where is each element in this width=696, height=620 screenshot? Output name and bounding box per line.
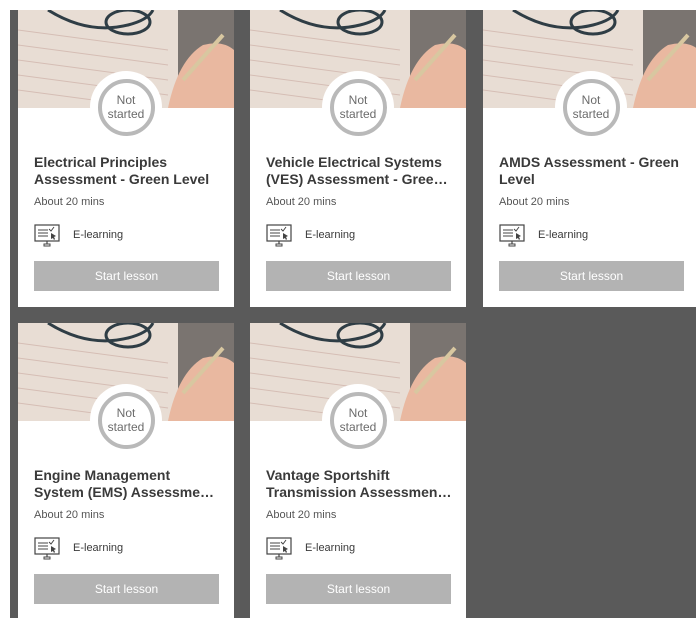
course-title[interactable]: AMDS Assessment - Green Level (499, 154, 685, 188)
start-lesson-button[interactable]: Start lesson (34, 261, 219, 291)
elearning-monitor-icon (34, 224, 60, 247)
course-type: E-learning (499, 220, 588, 250)
start-lesson-button[interactable]: Start lesson (266, 574, 451, 604)
course-type-label: E-learning (305, 542, 356, 554)
course-grid: Not started Electrical Principles Assess… (10, 10, 696, 620)
status-line2: started (339, 107, 377, 121)
course-card[interactable]: Not started AMDS Assessment - Green Leve… (483, 10, 696, 307)
course-card[interactable]: Not started Electrical Principles Assess… (18, 10, 234, 307)
course-duration: About 20 mins (266, 509, 337, 521)
course-card[interactable]: Not started Vantage Sportshift Transmiss… (250, 323, 466, 620)
course-type: E-learning (266, 220, 355, 250)
status-line1: Not (348, 93, 368, 107)
status-line2: started (107, 107, 145, 121)
start-lesson-button[interactable]: Start lesson (499, 261, 684, 291)
course-duration: About 20 mins (34, 196, 105, 208)
course-title[interactable]: Vehicle Electrical Systems (VES) Assessm… (266, 154, 452, 188)
status-line1: Not (348, 406, 368, 420)
status-badge: Not started (90, 71, 162, 143)
course-card[interactable]: Not started Engine Management System (EM… (18, 323, 234, 620)
start-lesson-button[interactable]: Start lesson (34, 574, 219, 604)
course-type: E-learning (34, 220, 123, 250)
course-type-label: E-learning (73, 542, 124, 554)
status-badge: Not started (322, 71, 394, 143)
status-line1: Not (581, 93, 601, 107)
elearning-monitor-icon (266, 224, 292, 247)
status-line2: started (572, 107, 610, 121)
course-title[interactable]: Engine Management System (EMS) Assessmen… (34, 467, 220, 501)
course-type: E-learning (34, 533, 123, 563)
course-title[interactable]: Vantage Sportshift Transmission Assessme… (266, 467, 452, 501)
status-badge: Not started (555, 71, 627, 143)
start-lesson-button[interactable]: Start lesson (266, 261, 451, 291)
course-duration: About 20 mins (266, 196, 337, 208)
status-line2: started (107, 420, 145, 434)
course-type: E-learning (266, 533, 355, 563)
status-line1: Not (116, 93, 136, 107)
status-line2: started (339, 420, 377, 434)
course-card[interactable]: Not started Vehicle Electrical Systems (… (250, 10, 466, 307)
course-type-label: E-learning (305, 229, 356, 241)
course-type-label: E-learning (538, 229, 589, 241)
elearning-monitor-icon (499, 224, 525, 247)
course-title[interactable]: Electrical Principles Assessment - Green… (34, 154, 220, 188)
status-line1: Not (116, 406, 136, 420)
elearning-monitor-icon (34, 537, 60, 560)
course-duration: About 20 mins (34, 509, 105, 521)
course-type-label: E-learning (73, 229, 124, 241)
status-badge: Not started (90, 384, 162, 456)
course-duration: About 20 mins (499, 196, 570, 208)
status-badge: Not started (322, 384, 394, 456)
elearning-monitor-icon (266, 537, 292, 560)
